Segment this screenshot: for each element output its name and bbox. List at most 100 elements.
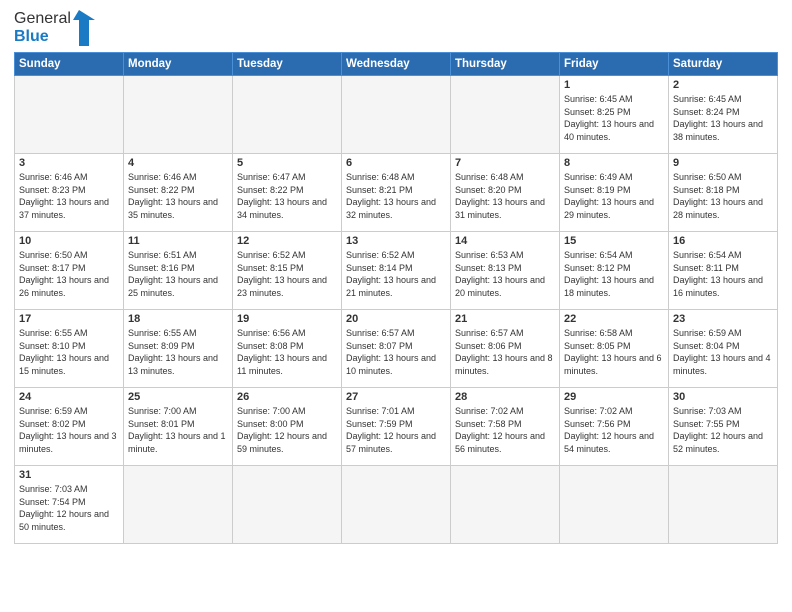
day-info: Sunrise: 6:47 AM Sunset: 8:22 PM Dayligh… <box>237 171 337 221</box>
day-number: 8 <box>564 157 664 169</box>
day-number: 11 <box>128 235 228 247</box>
calendar-cell: 4Sunrise: 6:46 AM Sunset: 8:22 PM Daylig… <box>124 154 233 232</box>
logo-blue: Blue <box>14 28 49 45</box>
calendar-cell <box>342 76 451 154</box>
day-number: 16 <box>673 235 773 247</box>
day-info: Sunrise: 6:54 AM Sunset: 8:11 PM Dayligh… <box>673 249 773 299</box>
calendar-cell: 5 Sunrise: 6:47 AM Sunset: 8:22 PM Daylig… <box>233 154 342 232</box>
calendar-cell <box>451 466 560 544</box>
calendar-cell: 6Sunrise: 6:48 AM Sunset: 8:21 PM Daylig… <box>342 154 451 232</box>
day-info: Sunrise: 7:01 AM Sunset: 7:59 PM Dayligh… <box>346 405 446 455</box>
calendar-cell <box>15 76 124 154</box>
calendar-cell <box>669 466 778 544</box>
calendar-cell: 26 Sunrise: 7:00 AM Sunset: 8:00 PM Dayli… <box>233 388 342 466</box>
calendar-cell: 31Sunrise: 7:03 AM Sunset: 7:54 PM Dayli… <box>15 466 124 544</box>
calendar-cell: 21 Sunrise: 6:57 AM Sunset: 8:06 PM Dayli… <box>451 310 560 388</box>
calendar-cell: 11 Sunrise: 6:51 AM Sunset: 8:16 PM Dayli… <box>124 232 233 310</box>
weekday-header-monday: Monday <box>124 53 233 76</box>
weekday-header-friday: Friday <box>560 53 669 76</box>
week-row-1: 1Sunrise: 6:45 AM Sunset: 8:25 PM Daylig… <box>15 76 778 154</box>
calendar-cell: 8 Sunrise: 6:49 AM Sunset: 8:19 PM Daylig… <box>560 154 669 232</box>
day-number: 26 <box>237 391 337 403</box>
day-info: Sunrise: 7:02 AM Sunset: 7:58 PM Dayligh… <box>455 405 555 455</box>
calendar-cell: 30 Sunrise: 7:03 AM Sunset: 7:55 PM Dayli… <box>669 388 778 466</box>
day-info: Sunrise: 6:48 AM Sunset: 8:20 PM Dayligh… <box>455 171 555 221</box>
calendar-cell: 23Sunrise: 6:59 AM Sunset: 8:04 PM Dayli… <box>669 310 778 388</box>
calendar-cell: 28 Sunrise: 7:02 AM Sunset: 7:58 PM Dayli… <box>451 388 560 466</box>
week-row-2: 3Sunrise: 6:46 AM Sunset: 8:23 PM Daylig… <box>15 154 778 232</box>
calendar-cell: 19 Sunrise: 6:56 AM Sunset: 8:08 PM Dayli… <box>233 310 342 388</box>
calendar-cell: 15 Sunrise: 6:54 AM Sunset: 8:12 PM Dayli… <box>560 232 669 310</box>
page-header: General Blue <box>14 10 778 46</box>
week-row-3: 10 Sunrise: 6:50 AM Sunset: 8:17 PM Dayli… <box>15 232 778 310</box>
calendar-cell: 7 Sunrise: 6:48 AM Sunset: 8:20 PM Daylig… <box>451 154 560 232</box>
day-number: 13 <box>346 235 446 247</box>
day-info: Sunrise: 6:55 AM Sunset: 8:09 PM Dayligh… <box>128 327 228 377</box>
calendar-cell: 22 Sunrise: 6:58 AM Sunset: 8:05 PM Dayli… <box>560 310 669 388</box>
day-info: Sunrise: 6:57 AM Sunset: 8:06 PM Dayligh… <box>455 327 555 377</box>
calendar-cell: 10 Sunrise: 6:50 AM Sunset: 8:17 PM Dayli… <box>15 232 124 310</box>
day-number: 30 <box>673 391 773 403</box>
calendar-cell: 25 Sunrise: 7:00 AM Sunset: 8:01 PM Dayli… <box>124 388 233 466</box>
weekday-header-sunday: Sunday <box>15 53 124 76</box>
calendar-cell: 2Sunrise: 6:45 AM Sunset: 8:24 PM Daylig… <box>669 76 778 154</box>
logo: General Blue <box>14 10 95 46</box>
day-info: Sunrise: 6:56 AM Sunset: 8:08 PM Dayligh… <box>237 327 337 377</box>
day-number: 1 <box>564 79 664 91</box>
week-row-4: 17Sunrise: 6:55 AM Sunset: 8:10 PM Dayli… <box>15 310 778 388</box>
day-number: 2 <box>673 79 773 91</box>
day-number: 10 <box>19 235 119 247</box>
weekday-header-saturday: Saturday <box>669 53 778 76</box>
day-number: 4 <box>128 157 228 169</box>
day-info: Sunrise: 6:54 AM Sunset: 8:12 PM Dayligh… <box>564 249 664 299</box>
day-info: Sunrise: 6:59 AM Sunset: 8:04 PM Dayligh… <box>673 327 773 377</box>
day-info: Sunrise: 7:03 AM Sunset: 7:55 PM Dayligh… <box>673 405 773 455</box>
calendar-cell: 3Sunrise: 6:46 AM Sunset: 8:23 PM Daylig… <box>15 154 124 232</box>
week-row-5: 24Sunrise: 6:59 AM Sunset: 8:02 PM Dayli… <box>15 388 778 466</box>
day-number: 7 <box>455 157 555 169</box>
calendar-cell: 29Sunrise: 7:02 AM Sunset: 7:56 PM Dayli… <box>560 388 669 466</box>
calendar-cell: 9Sunrise: 6:50 AM Sunset: 8:18 PM Daylig… <box>669 154 778 232</box>
day-number: 3 <box>19 157 119 169</box>
weekday-header-thursday: Thursday <box>451 53 560 76</box>
day-number: 27 <box>346 391 446 403</box>
calendar-cell <box>342 466 451 544</box>
logo-general: General <box>14 10 71 27</box>
day-number: 15 <box>564 235 664 247</box>
day-number: 22 <box>564 313 664 325</box>
day-info: Sunrise: 6:49 AM Sunset: 8:19 PM Dayligh… <box>564 171 664 221</box>
day-number: 20 <box>346 313 446 325</box>
day-number: 14 <box>455 235 555 247</box>
day-number: 28 <box>455 391 555 403</box>
calendar-cell: 13Sunrise: 6:52 AM Sunset: 8:14 PM Dayli… <box>342 232 451 310</box>
day-info: Sunrise: 7:00 AM Sunset: 8:01 PM Dayligh… <box>128 405 228 455</box>
day-info: Sunrise: 6:53 AM Sunset: 8:13 PM Dayligh… <box>455 249 555 299</box>
day-number: 25 <box>128 391 228 403</box>
day-number: 19 <box>237 313 337 325</box>
day-info: Sunrise: 6:50 AM Sunset: 8:18 PM Dayligh… <box>673 171 773 221</box>
day-info: Sunrise: 6:48 AM Sunset: 8:21 PM Dayligh… <box>346 171 446 221</box>
calendar-table: SundayMondayTuesdayWednesdayThursdayFrid… <box>14 52 778 544</box>
weekday-row: SundayMondayTuesdayWednesdayThursdayFrid… <box>15 53 778 76</box>
logo-flag-icon <box>73 10 95 46</box>
day-number: 5 <box>237 157 337 169</box>
calendar-cell <box>560 466 669 544</box>
day-info: Sunrise: 7:03 AM Sunset: 7:54 PM Dayligh… <box>19 483 119 533</box>
calendar-cell: 24Sunrise: 6:59 AM Sunset: 8:02 PM Dayli… <box>15 388 124 466</box>
day-number: 12 <box>237 235 337 247</box>
day-info: Sunrise: 6:58 AM Sunset: 8:05 PM Dayligh… <box>564 327 664 377</box>
weekday-header-wednesday: Wednesday <box>342 53 451 76</box>
day-info: Sunrise: 6:50 AM Sunset: 8:17 PM Dayligh… <box>19 249 119 299</box>
day-info: Sunrise: 6:57 AM Sunset: 8:07 PM Dayligh… <box>346 327 446 377</box>
day-number: 18 <box>128 313 228 325</box>
day-info: Sunrise: 6:59 AM Sunset: 8:02 PM Dayligh… <box>19 405 119 455</box>
calendar-cell <box>233 466 342 544</box>
calendar-cell: 16 Sunrise: 6:54 AM Sunset: 8:11 PM Dayli… <box>669 232 778 310</box>
day-info: Sunrise: 7:00 AM Sunset: 8:00 PM Dayligh… <box>237 405 337 455</box>
calendar-cell: 14 Sunrise: 6:53 AM Sunset: 8:13 PM Dayli… <box>451 232 560 310</box>
day-info: Sunrise: 7:02 AM Sunset: 7:56 PM Dayligh… <box>564 405 664 455</box>
day-info: Sunrise: 6:51 AM Sunset: 8:16 PM Dayligh… <box>128 249 228 299</box>
calendar-cell <box>233 76 342 154</box>
day-number: 17 <box>19 313 119 325</box>
day-number: 21 <box>455 313 555 325</box>
